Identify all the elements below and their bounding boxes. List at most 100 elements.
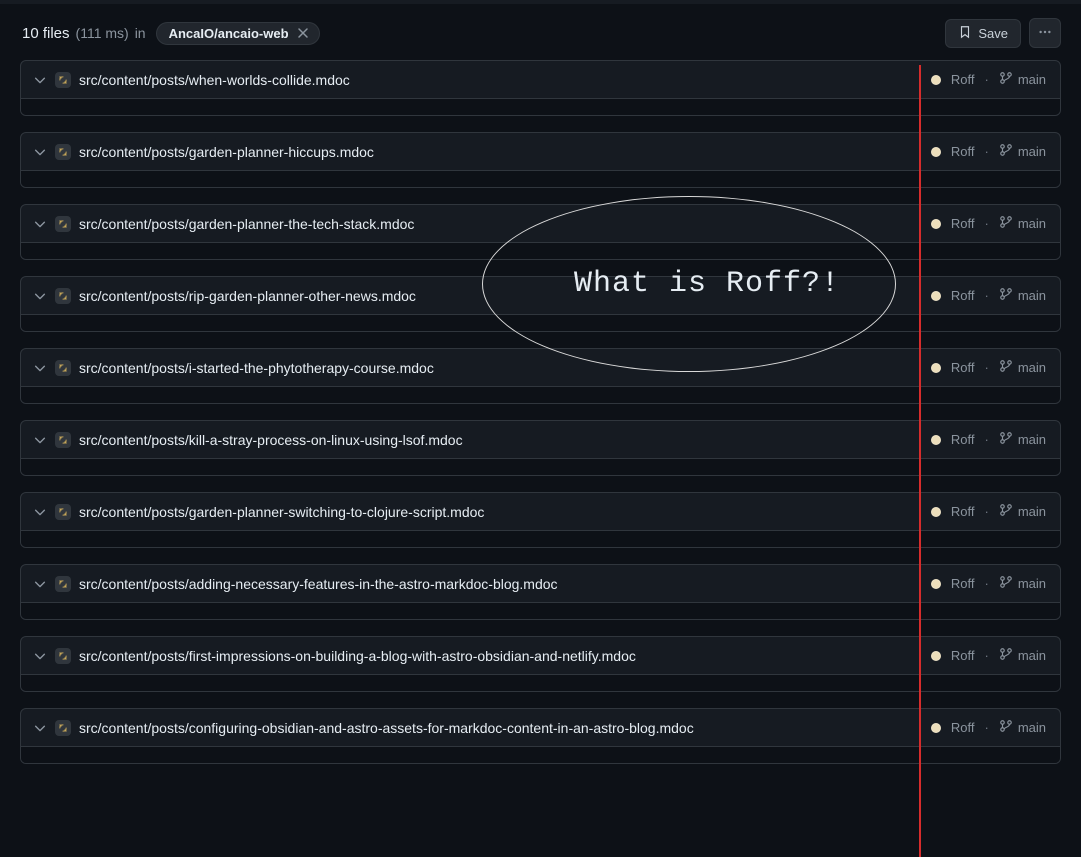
result-item: src/content/posts/garden-planner-hiccups…: [20, 132, 1061, 188]
branch-link[interactable]: main: [999, 503, 1046, 520]
header-left: 10 files (111 ms) in AncaIO/ancaio-web: [22, 22, 320, 45]
branch-label: main: [1018, 360, 1046, 375]
branch-label: main: [1018, 432, 1046, 447]
result-meta: Roff·main: [931, 503, 1046, 520]
language-dot-icon: [931, 579, 941, 589]
result-left: src/content/posts/rip-garden-planner-oth…: [33, 288, 416, 304]
branch-link[interactable]: main: [999, 431, 1046, 448]
separator: ·: [984, 288, 988, 303]
result-meta: Roff·main: [931, 719, 1046, 736]
file-path[interactable]: src/content/posts/i-started-the-phytothe…: [79, 360, 434, 376]
branch-label: main: [1018, 504, 1046, 519]
repo-filter-label: AncaIO/ancaio-web: [169, 26, 289, 41]
separator: ·: [984, 576, 988, 591]
branch-label: main: [1018, 72, 1046, 87]
in-label: in: [135, 25, 146, 41]
results-timing: (111 ms): [76, 25, 129, 41]
result-body: [21, 387, 1060, 403]
branch-label: main: [1018, 144, 1046, 159]
result-item: src/content/posts/garden-planner-switchi…: [20, 492, 1061, 548]
file-path[interactable]: src/content/posts/kill-a-stray-process-o…: [79, 432, 463, 448]
branch-link[interactable]: main: [999, 647, 1046, 664]
branch-link[interactable]: main: [999, 215, 1046, 232]
file-path[interactable]: src/content/posts/garden-planner-switchi…: [79, 504, 484, 520]
chevron-down-icon[interactable]: [33, 433, 47, 447]
result-body: [21, 171, 1060, 187]
file-path[interactable]: src/content/posts/when-worlds-collide.md…: [79, 72, 350, 88]
result-header: src/content/posts/garden-planner-switchi…: [21, 493, 1060, 531]
file-type-icon: [55, 576, 71, 592]
branch-link[interactable]: main: [999, 143, 1046, 160]
file-path[interactable]: src/content/posts/garden-planner-hiccups…: [79, 144, 374, 160]
branch-icon: [999, 575, 1013, 592]
bookmark-icon: [958, 25, 972, 42]
save-button-label: Save: [978, 26, 1008, 41]
file-type-icon: [55, 504, 71, 520]
language-dot-icon: [931, 435, 941, 445]
language-label: Roff: [951, 648, 975, 663]
chevron-down-icon[interactable]: [33, 577, 47, 591]
chevron-down-icon[interactable]: [33, 217, 47, 231]
result-item: src/content/posts/garden-planner-the-tec…: [20, 204, 1061, 260]
language-label: Roff: [951, 72, 975, 87]
language-dot-icon: [931, 147, 941, 157]
file-path[interactable]: src/content/posts/adding-necessary-featu…: [79, 576, 558, 592]
file-path[interactable]: src/content/posts/first-impressions-on-b…: [79, 648, 636, 664]
language-dot-icon: [931, 651, 941, 661]
file-type-icon: [55, 216, 71, 232]
file-type-icon: [55, 648, 71, 664]
result-meta: Roff · main: [931, 575, 1046, 592]
separator: ·: [984, 72, 988, 87]
branch-link[interactable]: main: [999, 575, 1046, 592]
result-left: src/content/posts/i-started-the-phytothe…: [33, 360, 434, 376]
result-header: src/content/posts/first-impressions-on-b…: [21, 637, 1060, 675]
branch-link[interactable]: main: [999, 719, 1046, 736]
chevron-down-icon[interactable]: [33, 289, 47, 303]
save-button[interactable]: Save: [945, 19, 1021, 48]
branch-icon: [999, 215, 1013, 232]
result-header: src/content/posts/kill-a-stray-process-o…: [21, 421, 1060, 459]
branch-link[interactable]: main: [999, 287, 1046, 304]
chevron-down-icon[interactable]: [33, 73, 47, 87]
repo-filter-chip[interactable]: AncaIO/ancaio-web: [156, 22, 320, 45]
result-left: src/content/posts/kill-a-stray-process-o…: [33, 432, 463, 448]
file-type-icon: [55, 432, 71, 448]
file-path[interactable]: src/content/posts/configuring-obsidian-a…: [79, 720, 694, 736]
result-item: src/content/posts/when-worlds-collide.md…: [20, 60, 1061, 116]
language-dot-icon: [931, 219, 941, 229]
result-meta: Roff · main: [931, 359, 1046, 376]
language-label: Roff: [951, 504, 975, 519]
result-left: src/content/posts/when-worlds-collide.md…: [33, 72, 350, 88]
result-header: src/content/posts/configuring-obsidian-a…: [21, 709, 1060, 747]
chevron-down-icon[interactable]: [33, 505, 47, 519]
close-icon[interactable]: [297, 27, 309, 39]
result-left: src/content/posts/configuring-obsidian-a…: [33, 720, 694, 736]
separator: ·: [984, 216, 988, 231]
branch-link[interactable]: main: [999, 71, 1046, 88]
file-path[interactable]: src/content/posts/garden-planner-the-tec…: [79, 216, 414, 232]
branch-icon: [999, 71, 1013, 88]
chevron-down-icon[interactable]: [33, 649, 47, 663]
file-path[interactable]: src/content/posts/rip-garden-planner-oth…: [79, 288, 416, 304]
result-meta: Roff·main: [931, 647, 1046, 664]
result-item: src/content/posts/adding-necessary-featu…: [20, 564, 1061, 620]
header-right: Save: [945, 18, 1061, 48]
chevron-down-icon[interactable]: [33, 361, 47, 375]
result-body: [21, 603, 1060, 619]
branch-icon: [999, 503, 1013, 520]
result-left: src/content/posts/garden-planner-hiccups…: [33, 144, 374, 160]
separator: ·: [984, 360, 988, 375]
language-label: Roff: [951, 576, 975, 591]
result-body: [21, 531, 1060, 547]
language-label: Roff: [951, 720, 975, 735]
branch-link[interactable]: main: [999, 359, 1046, 376]
result-body: [21, 99, 1060, 115]
file-type-icon: [55, 144, 71, 160]
chevron-down-icon[interactable]: [33, 145, 47, 159]
language-label: Roff: [951, 360, 975, 375]
file-type-icon: [55, 360, 71, 376]
language-dot-icon: [931, 507, 941, 517]
chevron-down-icon[interactable]: [33, 721, 47, 735]
result-header: src/content/posts/i-started-the-phytothe…: [21, 349, 1060, 387]
more-button[interactable]: [1029, 18, 1061, 48]
